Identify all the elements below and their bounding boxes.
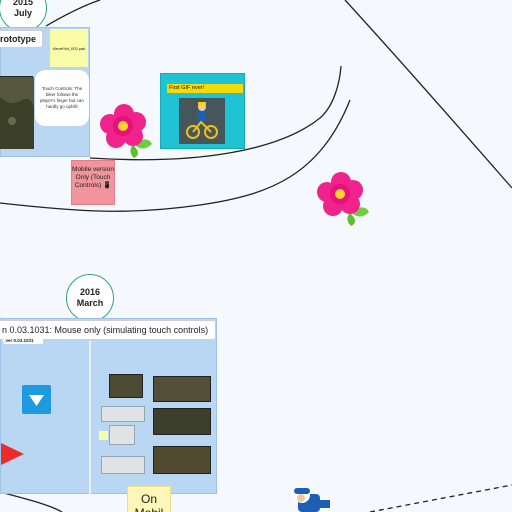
touch-controls-note: Touch Controls: The biker follows the pl…: [35, 70, 89, 126]
first-gif-label: First GIF ever!: [167, 84, 243, 93]
connector-line: [45, 0, 101, 27]
connector-line: [344, 0, 512, 189]
down-arrow-icon: [29, 395, 44, 406]
version-card-subtitle: _ver 0.03.1031: [3, 338, 43, 344]
screenshot-thumb: [101, 406, 145, 422]
touch-controls-note-text: Touch Controls: The biker follows the pl…: [40, 86, 84, 109]
first-gif-image: [179, 98, 225, 144]
version-card-divider: [89, 341, 91, 495]
date-year: 2015: [12, 0, 34, 7]
date-year: 2016: [79, 287, 101, 297]
connector-line-dashed: [369, 484, 512, 512]
small-sticky: [99, 431, 108, 440]
version-card[interactable]: n 0.03.1031: Mouse only (simulating touc…: [0, 318, 217, 495]
right-arrow-icon: [1, 443, 24, 465]
date-month: March: [76, 298, 104, 308]
connector-line: [0, 491, 63, 512]
flower-icon: [317, 172, 369, 226]
on-mobile-text: On Mobil: [135, 492, 164, 512]
screenshot-thumb: [109, 374, 143, 398]
screenshot-thumb: [153, 376, 211, 402]
terrain-graphic: [0, 77, 34, 149]
prototype-screenshot: [0, 76, 34, 149]
mobile-version-text: Mobile version Only (Touch Controls) 📱: [72, 166, 114, 189]
date-circle-2016: 2016 March: [66, 274, 114, 322]
prototype-card[interactable]: rototype #level%d_002.pak Touch Controls…: [0, 27, 90, 157]
on-mobile-sticky[interactable]: On Mobil: [127, 486, 171, 512]
down-arrow-button[interactable]: [22, 385, 51, 414]
biker-icon: [179, 98, 225, 144]
version-card-title: n 0.03.1031: Mouse only (simulating touc…: [0, 320, 216, 340]
prototype-card-title: rototype: [0, 30, 43, 48]
mobile-version-sticky[interactable]: Mobile version Only (Touch Controls) 📱: [71, 160, 115, 205]
screenshot-thumb: [153, 446, 211, 474]
screenshot-thumb: [153, 408, 211, 435]
screenshot-thumb: [101, 456, 145, 474]
flower-icon: [100, 104, 152, 158]
prototype-sticky-note: #level%d_002.pak: [50, 29, 88, 67]
prototype-sticky-text: #level%d_002.pak: [52, 45, 86, 51]
biker-figure-icon: [294, 487, 330, 512]
first-gif-card[interactable]: First GIF ever!: [160, 73, 245, 149]
date-month: July: [13, 8, 32, 18]
screenshot-thumb: [109, 425, 135, 445]
